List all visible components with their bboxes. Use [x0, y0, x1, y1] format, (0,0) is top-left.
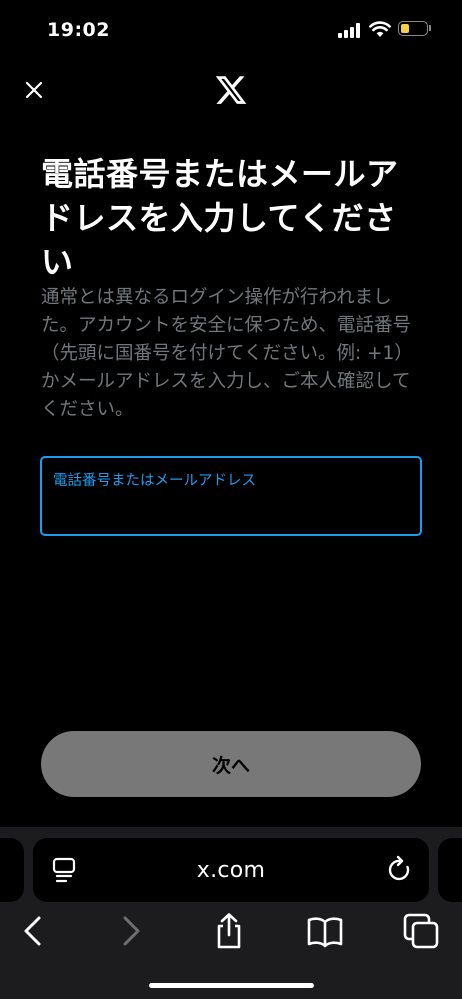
close-icon	[25, 81, 43, 99]
x-logo-icon	[215, 76, 247, 104]
status-time: 19:02	[47, 19, 110, 41]
bookmarks-icon[interactable]	[307, 913, 343, 949]
tabs-icon[interactable]	[403, 913, 439, 949]
phone-or-email-field[interactable]: 電話番号またはメールアドレス	[40, 456, 422, 536]
cellular-signal-icon	[338, 22, 362, 38]
home-indicator	[149, 983, 314, 988]
field-label: 電話番号またはメールアドレス	[53, 473, 256, 489]
previous-tab-preview[interactable]	[0, 838, 24, 902]
phone-or-email-input[interactable]	[53, 494, 409, 524]
address-bar-url[interactable]: x.com	[33, 838, 429, 902]
description-text: 通常とは異なるログイン操作が行われました。アカウントを安全に保つため、電話番号（…	[41, 287, 413, 420]
reload-icon[interactable]	[385, 855, 415, 885]
page-title: 電話番号またはメールアドレスを入力してください	[41, 155, 399, 281]
close-button[interactable]	[18, 74, 50, 106]
page-menu-icon[interactable]	[50, 856, 78, 884]
wifi-icon	[369, 21, 391, 37]
next-button[interactable]: 次へ	[41, 731, 421, 797]
battery-tip	[429, 25, 431, 31]
forward-icon[interactable]	[113, 913, 149, 949]
next-tab-preview[interactable]	[438, 838, 462, 902]
battery-icon	[398, 21, 428, 36]
battery-level	[401, 24, 409, 33]
back-icon[interactable]	[15, 913, 51, 949]
share-icon[interactable]	[211, 913, 247, 949]
